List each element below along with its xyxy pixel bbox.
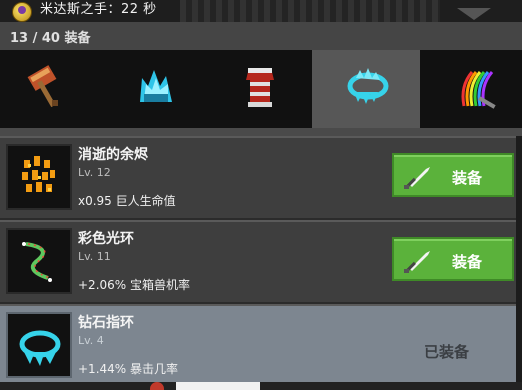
category-tabs	[0, 50, 522, 128]
bottom-bar	[0, 382, 522, 390]
list-item: 钻石指环 Lv. 4 +1.44% 暴击几率 已装备	[0, 304, 522, 384]
bottom-button[interactable]	[176, 382, 260, 390]
item-stat: +1.44% 暴击几率	[78, 362, 178, 376]
tab-helmet[interactable]	[104, 50, 208, 128]
rainbow-sword-icon	[461, 71, 496, 109]
item-name: 消逝的余烬	[78, 147, 148, 163]
equipped-status: 已装备	[424, 343, 470, 361]
ice-helmet-icon	[140, 70, 172, 102]
coin-icon	[12, 2, 32, 22]
item-thumbnail	[6, 312, 72, 378]
scrollbar-track[interactable]	[516, 136, 522, 382]
tab-armor[interactable]	[208, 50, 312, 128]
sword-icon	[404, 251, 430, 273]
item-thumbnail	[6, 228, 72, 294]
hammer-icon	[27, 65, 58, 108]
tab-cape[interactable]	[420, 50, 522, 128]
armor-icon	[246, 68, 274, 107]
item-stat: x0.95 巨人生命值	[78, 194, 176, 208]
chevron-down-icon[interactable]	[457, 8, 491, 20]
tabs-divider	[0, 128, 522, 136]
tab-weapon[interactable]	[0, 50, 104, 128]
diamond-ring-icon	[19, 330, 61, 366]
item-level: Lv. 12	[78, 166, 111, 179]
equip-button-label: 装备	[452, 253, 483, 271]
status-bar-texture	[180, 0, 440, 22]
sword-icon	[404, 167, 430, 189]
ring-icon	[347, 68, 389, 104]
ember-icon	[22, 156, 55, 192]
notification-dot[interactable]	[150, 382, 164, 390]
item-thumbnail	[6, 144, 72, 210]
list-item: 彩色光环 Lv. 11 +2.06% 宝箱兽机率 装备	[0, 220, 522, 302]
buff-timer: 米达斯之手：22 秒	[40, 2, 157, 17]
equip-button-label: 装备	[452, 169, 483, 187]
inventory-count: 13 / 40 装备	[10, 31, 91, 46]
tab-ring[interactable]	[312, 50, 420, 128]
rainbow-aura-icon	[22, 242, 52, 282]
top-status-bar: 米达斯之手：22 秒	[0, 0, 522, 22]
item-level: Lv. 11	[78, 250, 111, 263]
item-name: 彩色光环	[78, 231, 134, 247]
list-item: 消逝的余烬 Lv. 12 x0.95 巨人生命值 装备	[0, 136, 522, 218]
equip-button[interactable]: 装备	[392, 237, 514, 281]
item-level: Lv. 4	[78, 334, 104, 347]
equip-button[interactable]: 装备	[392, 153, 514, 197]
item-name: 钻石指环	[78, 315, 134, 331]
item-stat: +2.06% 宝箱兽机率	[78, 278, 190, 292]
inventory-counter-bar: 13 / 40 装备	[0, 22, 522, 50]
